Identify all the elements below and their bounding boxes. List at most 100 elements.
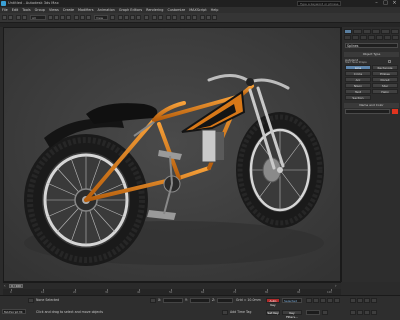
maximize-viewport-icon[interactable]: [371, 310, 377, 315]
hierarchy-tab[interactable]: [362, 29, 371, 34]
arc-button[interactable]: Arc: [345, 77, 371, 82]
current-frame-field[interactable]: [306, 310, 320, 315]
search-input[interactable]: Type a keyword or phrase: [297, 1, 341, 6]
ruler-tick-label: 0: [10, 291, 12, 294]
app-icon[interactable]: [1, 1, 6, 6]
motion-tab[interactable]: [371, 29, 381, 34]
select-by-name-icon[interactable]: [54, 15, 59, 20]
orbit-icon[interactable]: [364, 310, 370, 315]
object-color-swatch[interactable]: [392, 109, 398, 114]
scale-icon[interactable]: [86, 15, 91, 20]
move-icon[interactable]: [74, 15, 79, 20]
minimize-icon[interactable]: –: [372, 0, 381, 7]
mirror-icon[interactable]: [152, 15, 157, 20]
undo-icon[interactable]: [2, 15, 7, 20]
go-to-start-icon[interactable]: [306, 298, 312, 303]
text-button[interactable]: Text: [345, 89, 371, 94]
x-coordinate-field[interactable]: [163, 298, 183, 303]
align-icon[interactable]: [158, 15, 163, 20]
display-tab[interactable]: [381, 29, 390, 34]
select-object-icon[interactable]: [48, 15, 53, 20]
object-name-field[interactable]: [345, 109, 390, 114]
maximize-icon[interactable]: □: [381, 0, 390, 7]
helix-button[interactable]: Helix: [372, 89, 398, 94]
utilities-tab[interactable]: [390, 29, 399, 34]
ellipse-button[interactable]: Ellipse: [372, 71, 398, 76]
previous-frame-icon[interactable]: [313, 298, 319, 303]
zoom-extents-all-icon[interactable]: [371, 298, 377, 303]
selection-filter-dropdown[interactable]: All: [30, 15, 46, 20]
named-selection-icon[interactable]: [144, 15, 149, 20]
object-type-rollout[interactable]: Object Type: [344, 52, 399, 57]
key-mode-dropdown[interactable]: Selected: [282, 298, 302, 303]
spacewarps-icon[interactable]: [384, 35, 391, 40]
y-coordinate-field[interactable]: [190, 298, 210, 303]
render-icon[interactable]: [212, 15, 217, 20]
zoom-icon[interactable]: [350, 298, 356, 303]
main-toolbar: All View: [0, 13, 400, 23]
rectangle-button[interactable]: Rectangle: [372, 65, 398, 70]
rendered-frame-icon[interactable]: [206, 15, 211, 20]
angle-snap-icon[interactable]: [124, 15, 129, 20]
window-crossing-icon[interactable]: [66, 15, 71, 20]
time-slider-left-icon[interactable]: ‹: [4, 284, 8, 288]
set-key-button[interactable]: Set Key: [266, 310, 280, 315]
auto-key-button[interactable]: Auto Key: [266, 298, 280, 307]
material-editor-icon[interactable]: [192, 15, 197, 20]
rectangular-selection-icon[interactable]: [60, 15, 65, 20]
time-slider[interactable]: ‹ 0 / 100 ›: [3, 282, 341, 289]
reference-coordinate-dropdown[interactable]: View: [94, 15, 108, 20]
shapes-icon[interactable]: [352, 35, 359, 40]
layer-manager-icon[interactable]: [166, 15, 171, 20]
redo-icon[interactable]: [8, 15, 13, 20]
ngon-button[interactable]: NGon: [345, 83, 371, 88]
ruler-tick-label: 90: [297, 291, 301, 294]
pan-icon[interactable]: [357, 310, 363, 315]
ruler-tick-label: 60: [201, 291, 205, 294]
helpers-icon[interactable]: [376, 35, 383, 40]
unlink-icon[interactable]: [22, 15, 27, 20]
pivot-icon[interactable]: [110, 15, 115, 20]
create-tab[interactable]: [344, 29, 353, 34]
close-icon[interactable]: ×: [390, 0, 399, 7]
link-icon[interactable]: [16, 15, 21, 20]
field-of-view-icon[interactable]: [350, 310, 356, 315]
add-time-tag[interactable]: Add Time Tag: [230, 310, 251, 314]
z-coordinate-field[interactable]: [217, 298, 233, 303]
start-new-shape-checkbox[interactable]: [388, 60, 391, 63]
time-slider-right-icon[interactable]: ›: [335, 284, 339, 288]
circle-button[interactable]: Circle: [345, 71, 371, 76]
lock-selection-icon[interactable]: [150, 298, 156, 303]
grab-viewport-icon[interactable]: [28, 298, 34, 303]
star-button[interactable]: Star: [372, 83, 398, 88]
schematic-view-icon[interactable]: [186, 15, 191, 20]
spinner-snap-icon[interactable]: [136, 15, 141, 20]
maxscript-listener-field[interactable]: MAXScript Mi: [2, 309, 26, 314]
time-tag-icon[interactable]: [222, 310, 228, 315]
perspective-viewport[interactable]: Perspective: [3, 27, 341, 282]
percent-snap-icon[interactable]: [130, 15, 135, 20]
key-filters-button[interactable]: Key Filters...: [282, 310, 302, 319]
systems-icon[interactable]: [392, 35, 399, 40]
ribbon-toggle-icon[interactable]: [172, 15, 177, 20]
curve-editor-icon[interactable]: [180, 15, 185, 20]
render-setup-icon[interactable]: [200, 15, 205, 20]
snaps-toggle-icon[interactable]: [118, 15, 123, 20]
name-color-rollout[interactable]: Name and Color: [344, 103, 399, 108]
rotate-icon[interactable]: [80, 15, 85, 20]
time-slider-thumb[interactable]: 0 / 100: [9, 284, 23, 288]
donut-button[interactable]: Donut: [372, 77, 398, 82]
zoom-extents-icon[interactable]: [364, 298, 370, 303]
go-to-end-icon[interactable]: [334, 298, 340, 303]
category-dropdown[interactable]: Splines: [345, 43, 398, 48]
cameras-icon[interactable]: [368, 35, 375, 40]
zoom-all-icon[interactable]: [357, 298, 363, 303]
play-icon[interactable]: [320, 298, 326, 303]
geometry-icon[interactable]: [344, 35, 351, 40]
modify-tab[interactable]: [353, 29, 362, 34]
line-button[interactable]: Line: [345, 65, 371, 70]
lights-icon[interactable]: [360, 35, 367, 40]
section-button[interactable]: Section: [345, 95, 371, 100]
time-configuration-icon[interactable]: [322, 310, 328, 315]
next-frame-icon[interactable]: [327, 298, 333, 303]
